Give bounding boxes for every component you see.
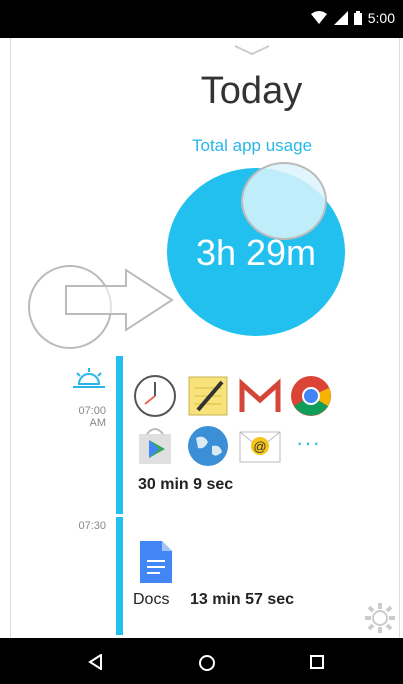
- svg-text:@: @: [253, 439, 266, 454]
- total-usage-value: 3h 29m: [195, 232, 317, 273]
- play-store-app-icon[interactable]: [133, 424, 177, 468]
- signal-icon: [333, 11, 348, 25]
- timeline-gap: [116, 514, 123, 517]
- battery-icon: [353, 11, 362, 25]
- docs-app-icon[interactable]: [138, 541, 172, 583]
- total-usage-label: Total app usage: [192, 136, 313, 155]
- status-bar: 5:00: [0, 0, 403, 38]
- sunrise-icon: [73, 368, 105, 388]
- gmail-app-icon[interactable]: [238, 374, 282, 418]
- swipe-right-arrow-icon: [65, 268, 174, 332]
- notes-app-icon[interactable]: [186, 374, 230, 418]
- timeline-bar: [116, 356, 123, 635]
- recents-icon[interactable]: [309, 654, 325, 670]
- time-label-0700: 07:00 AM: [78, 405, 106, 429]
- chevron-down-icon[interactable]: [233, 44, 271, 56]
- status-icons: 5:00: [310, 10, 395, 26]
- navigation-bar: [0, 638, 403, 684]
- earth-app-icon[interactable]: [186, 424, 230, 468]
- slot-0700-duration: 30 min 9 sec: [138, 476, 234, 493]
- wifi-icon: [310, 11, 327, 24]
- tap-hint-circle: [241, 162, 327, 240]
- slot-0730-duration: 13 min 57 sec: [190, 591, 295, 608]
- back-icon[interactable]: [88, 654, 104, 670]
- status-time: 5:00: [367, 10, 395, 26]
- clock-app-icon[interactable]: [133, 374, 177, 418]
- home-icon[interactable]: [198, 654, 216, 672]
- mail-app-icon[interactable]: @: [238, 424, 282, 468]
- time-label-0730: 07:30: [78, 520, 106, 532]
- more-apps-icon[interactable]: ···: [296, 430, 321, 456]
- page-title: Today: [200, 70, 303, 112]
- docs-app-name: Docs: [133, 591, 170, 608]
- chrome-app-icon[interactable]: [289, 374, 333, 418]
- gear-icon[interactable]: [363, 601, 397, 635]
